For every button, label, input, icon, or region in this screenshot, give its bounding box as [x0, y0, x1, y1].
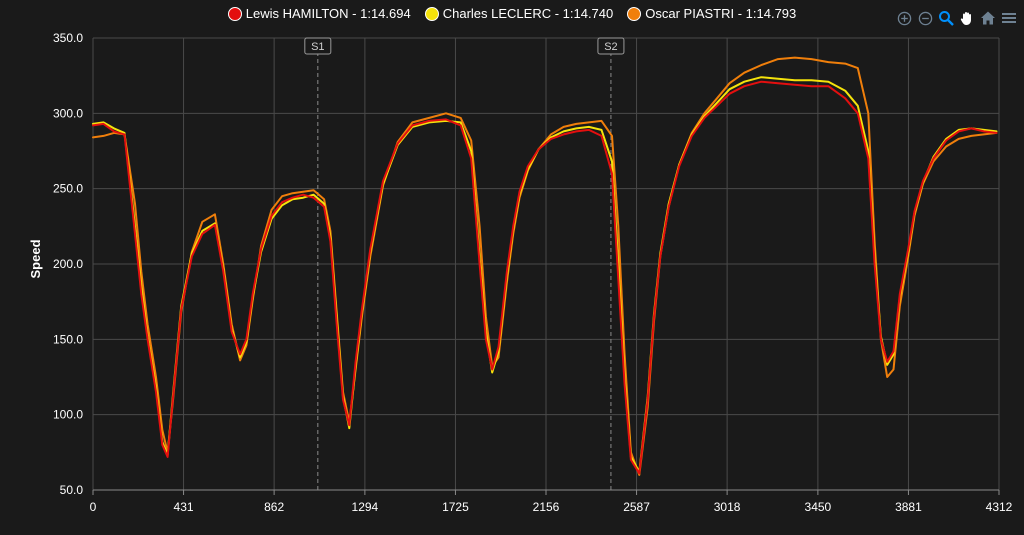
y-tick-label: 250.0	[53, 182, 83, 196]
series-line-1[interactable]	[92, 76, 998, 473]
y-axis-title: Speed	[28, 239, 43, 278]
x-tick-label: 2156	[533, 500, 560, 514]
grid-lines	[92, 37, 1000, 491]
y-tick-label: 50.0	[60, 483, 84, 497]
y-tick-label: 100.0	[53, 408, 83, 422]
x-tick-label: 1725	[442, 500, 469, 514]
x-tick-label: 862	[264, 500, 284, 514]
series-lines	[92, 56, 998, 476]
sector-marker-label: S1	[311, 41, 324, 53]
plot-area: S1 S2 50.0 100.0 150.0 200.0 250.0 300.0 350.0 0…	[28, 31, 1013, 514]
y-tick-label: 300.0	[53, 106, 83, 120]
speed-chart: Lewis HAMILTON - 1:14.694 Charles LECLER…	[0, 0, 1024, 535]
axes: 50.0 100.0 150.0 200.0 250.0 300.0 350.0 0 431 86…	[53, 31, 1013, 514]
x-tick-label: 2587	[623, 500, 650, 514]
y-tick-label: 350.0	[53, 31, 83, 45]
x-tick-label: 1294	[352, 500, 379, 514]
y-tick-label: 200.0	[53, 257, 83, 271]
x-tick-label: 431	[174, 500, 194, 514]
x-tick-label: 3018	[714, 500, 741, 514]
y-tick-label: 150.0	[53, 332, 83, 346]
sector-marker-label: S2	[604, 41, 617, 53]
x-tick-label: 0	[90, 500, 97, 514]
x-tick-label: 3881	[895, 500, 922, 514]
x-tick-label: 4312	[986, 500, 1013, 514]
x-tick-label: 3450	[805, 500, 832, 514]
